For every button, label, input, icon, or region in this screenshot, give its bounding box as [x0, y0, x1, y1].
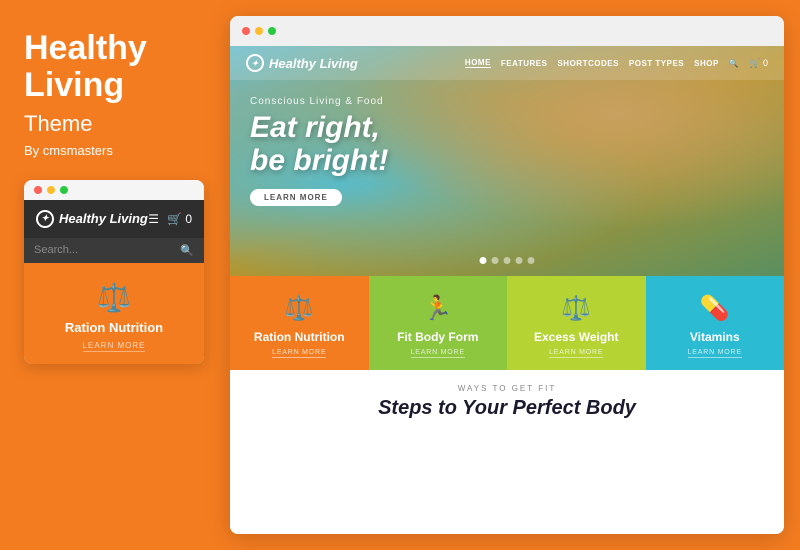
mobile-titlebar [24, 180, 204, 200]
weight-label: Excess Weight [534, 330, 618, 344]
weight-learn[interactable]: LEARN MORE [549, 349, 603, 358]
dot-red [34, 186, 42, 194]
browser-dot-yellow [255, 27, 263, 35]
hero-text: Conscious Living & Food Eat right, be br… [250, 96, 388, 206]
slider-dot-4[interactable] [516, 257, 523, 264]
feature-card-ration[interactable]: ⚖️ Ration Nutrition LEARN MORE [230, 276, 369, 370]
mobile-menu-icon: ☰ [148, 212, 159, 226]
ration-learn[interactable]: LEARN MORE [272, 349, 326, 358]
mobile-search-icon: 🔍 [180, 244, 194, 257]
hero-headline: Eat right, be bright! [250, 111, 388, 177]
website-nav: ✦ Healthy Living HOME FEATURES SHORTCODE… [230, 46, 784, 80]
mobile-feature-card: ⚖️ Ration Nutrition LEARN MORE [24, 263, 204, 364]
website-logo-circle: ✦ [246, 54, 264, 72]
feature-card-weight[interactable]: ⚖️ Excess Weight LEARN MORE [507, 276, 646, 370]
nav-shortcodes[interactable]: SHORTCODES [557, 59, 618, 68]
nav-features[interactable]: FEATURES [501, 59, 548, 68]
browser-titlebar [230, 16, 784, 46]
mobile-search-placeholder: Search... [34, 244, 78, 256]
mobile-search-bar[interactable]: Search... 🔍 [24, 238, 204, 263]
mobile-nav: ✦ Healthy Living ☰ 🛒 0 [24, 200, 204, 238]
mobile-mockup: ✦ Healthy Living ☰ 🛒 0 Search... 🔍 ⚖️ Ra… [24, 180, 204, 364]
theme-subtitle: Theme [24, 111, 206, 137]
nav-search-icon[interactable]: 🔍 [729, 59, 739, 68]
slider-dot-2[interactable] [492, 257, 499, 264]
nav-home[interactable]: HOME [465, 58, 491, 68]
body-label: Fit Body Form [397, 330, 478, 344]
mobile-nav-icons: ☰ 🛒 0 [148, 212, 192, 226]
ways-label: WAYS TO GET FIT [458, 384, 556, 393]
hero-tagline: Conscious Living & Food [250, 96, 388, 107]
mobile-learn-more[interactable]: LEARN MORE [83, 341, 146, 352]
vitamins-learn[interactable]: LEARN MORE [688, 349, 742, 358]
body-icon: 🏃 [423, 294, 453, 323]
nav-post-types[interactable]: POST TYPES [629, 59, 684, 68]
browser-dot-green [268, 27, 276, 35]
body-learn[interactable]: LEARN MORE [411, 349, 465, 358]
vitamins-label: Vitamins [690, 330, 740, 344]
theme-author: By cmsmasters [24, 143, 206, 158]
slider-dot-5[interactable] [528, 257, 535, 264]
nav-cart-icon[interactable]: 🛒 0 [749, 58, 768, 69]
feature-cards: ⚖️ Ration Nutrition LEARN MORE 🏃 Fit Bod… [230, 276, 784, 370]
mobile-cart-icon: 🛒 0 [167, 212, 192, 226]
feature-card-body[interactable]: 🏃 Fit Body Form LEARN MORE [369, 276, 508, 370]
steps-headline: Steps to Your Perfect Body [378, 397, 636, 420]
nav-shop[interactable]: SHOP [694, 59, 719, 68]
browser-mockup: ✦ Healthy Living HOME FEATURES SHORTCODE… [230, 16, 784, 534]
weight-icon: ⚖️ [561, 294, 591, 323]
dot-green [60, 186, 68, 194]
slider-dot-1[interactable] [480, 257, 487, 264]
feature-card-vitamins[interactable]: 💊 Vitamins LEARN MORE [646, 276, 785, 370]
nav-links: HOME FEATURES SHORTCODES POST TYPES SHOP… [465, 58, 768, 69]
mobile-logo-circle: ✦ [36, 210, 54, 228]
theme-title: Healthy Living [24, 30, 206, 105]
mobile-logo: ✦ Healthy Living [36, 210, 148, 228]
vitamins-icon: 💊 [700, 294, 730, 323]
slider-dots [480, 257, 535, 264]
ration-label: Ration Nutrition [254, 330, 345, 344]
left-panel: Healthy Living Theme By cmsmasters ✦ Hea… [0, 0, 230, 550]
slider-dot-3[interactable] [504, 257, 511, 264]
ration-icon: ⚖️ [284, 294, 314, 323]
hero-cta-button[interactable]: LEARN MORE [250, 189, 342, 206]
mobile-feature-label: Ration Nutrition [65, 320, 163, 335]
hero-section: ✦ Healthy Living HOME FEATURES SHORTCODE… [230, 46, 784, 276]
dot-yellow [47, 186, 55, 194]
browser-dot-red [242, 27, 250, 35]
bottom-section: WAYS TO GET FIT Steps to Your Perfect Bo… [230, 370, 784, 534]
mobile-feature-icon: ⚖️ [97, 281, 132, 314]
website-logo: ✦ Healthy Living [246, 54, 455, 72]
